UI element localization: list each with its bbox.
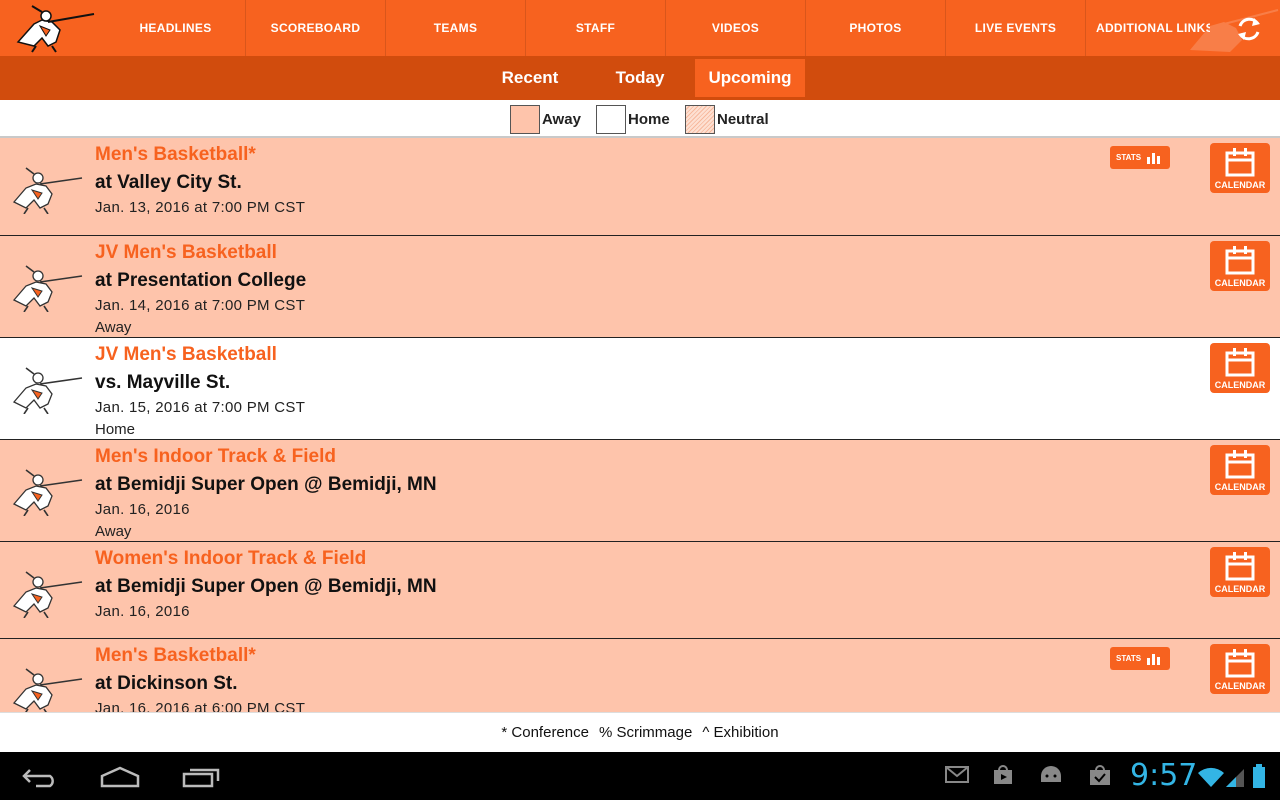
tab-recent[interactable]: Recent <box>486 59 574 97</box>
nav-videos[interactable]: VIDEOS <box>666 0 806 56</box>
calendar-icon <box>1225 649 1255 678</box>
tab-today[interactable]: Today <box>596 59 684 97</box>
calendar-button[interactable]: CALENDAR <box>1210 547 1270 597</box>
event-location-type: Away <box>95 319 132 336</box>
event-date: Jan. 16, 2016 <box>95 501 190 518</box>
legend-away-label: Away <box>542 111 581 128</box>
calendar-icon <box>1225 246 1255 275</box>
schedule-tabs: Recent Today Upcoming <box>0 56 1280 100</box>
main-nav: HEADLINES SCOREBOARD TEAMS STAFF VIDEOS … <box>106 0 1210 56</box>
knight-logo-icon <box>13 265 83 312</box>
event-opponent: at Dickinson St. <box>95 673 238 694</box>
knight-logo-icon <box>13 668 83 712</box>
event-row[interactable]: JV Men's Basketball at Presentation Coll… <box>0 236 1280 338</box>
event-row[interactable]: Men's Indoor Track & Field at Bemidji Su… <box>0 440 1280 542</box>
event-location-type: Away <box>95 523 132 540</box>
event-list: Men's Basketball* at Valley City St. Jan… <box>0 138 1280 712</box>
nav-teams[interactable]: TEAMS <box>386 0 526 56</box>
calendar-icon <box>1225 348 1255 377</box>
calendar-label: CALENDAR <box>1214 180 1266 190</box>
shopping-bag-check-icon <box>1090 765 1110 785</box>
event-sport: Men's Basketball* <box>95 645 256 666</box>
nav-live-events[interactable]: LIVE EVENTS <box>946 0 1086 56</box>
game-type-legend: * Conference % Scrimmage ^ Exhibition <box>0 712 1280 752</box>
android-icon <box>1041 766 1061 782</box>
legend-conference: * Conference <box>501 724 589 741</box>
event-sport: JV Men's Basketball <box>95 344 277 365</box>
event-row[interactable]: Women's Indoor Track & Field at Bemidji … <box>0 542 1280 639</box>
event-sport: Men's Basketball* <box>95 144 256 165</box>
calendar-button[interactable]: CALENDAR <box>1210 143 1270 193</box>
play-store-icon <box>994 765 1012 784</box>
calendar-icon <box>1225 148 1255 177</box>
tab-upcoming[interactable]: Upcoming <box>695 59 805 97</box>
nav-photos[interactable]: PHOTOS <box>806 0 946 56</box>
calendar-button[interactable]: CALENDAR <box>1210 343 1270 393</box>
event-sport: JV Men's Basketball <box>95 242 277 263</box>
neutral-swatch <box>685 105 715 134</box>
calendar-button[interactable]: CALENDAR <box>1210 445 1270 495</box>
gmail-icon <box>945 766 969 783</box>
event-row[interactable]: JV Men's Basketball vs. Mayville St. Jan… <box>0 338 1280 440</box>
legend-neutral-label: Neutral <box>717 111 769 128</box>
top-navigation-bar: HEADLINES SCOREBOARD TEAMS STAFF VIDEOS … <box>0 0 1280 56</box>
event-location-type: Home <box>95 421 136 438</box>
jousting-knight-logo[interactable] <box>12 2 96 54</box>
nav-staff[interactable]: STAFF <box>526 0 666 56</box>
legend-scrimmage: % Scrimmage <box>598 724 693 741</box>
clock: 9:57 <box>1130 758 1198 793</box>
event-opponent: vs. Mayville St. <box>95 372 231 393</box>
calendar-label: CALENDAR <box>1214 681 1266 691</box>
bar-chart-icon <box>1147 152 1161 164</box>
wifi-icon <box>1198 767 1224 787</box>
home-swatch <box>596 105 626 134</box>
calendar-label: CALENDAR <box>1214 482 1266 492</box>
event-row[interactable]: Men's Basketball* at Valley City St. Jan… <box>0 138 1280 236</box>
knight-logo-icon <box>13 469 83 516</box>
knight-logo-icon <box>13 167 83 214</box>
event-date: Jan. 14, 2016 at 7:00 PM CST <box>95 297 306 314</box>
knight-logo-icon <box>13 367 83 414</box>
event-date: Jan. 15, 2016 at 7:00 PM CST <box>95 399 306 416</box>
calendar-icon <box>1225 552 1255 581</box>
nav-scoreboard[interactable]: SCOREBOARD <box>246 0 386 56</box>
event-opponent: at Bemidji Super Open @ Bemidji, MN <box>95 474 437 495</box>
nav-headlines[interactable]: HEADLINES <box>106 0 246 56</box>
event-opponent: at Bemidji Super Open @ Bemidji, MN <box>95 576 437 597</box>
bar-chart-icon <box>1147 653 1161 665</box>
stats-button[interactable]: STATS <box>1110 146 1170 169</box>
calendar-label: CALENDAR <box>1214 278 1266 288</box>
knight-logo-icon <box>13 571 83 618</box>
away-swatch <box>510 105 540 134</box>
home-icon[interactable] <box>100 766 140 788</box>
stats-label: STATS <box>1116 654 1142 663</box>
event-opponent: at Valley City St. <box>95 172 242 193</box>
event-sport: Men's Indoor Track & Field <box>95 446 337 467</box>
cell-signal-icon <box>1226 769 1244 787</box>
calendar-label: CALENDAR <box>1214 584 1266 594</box>
calendar-button[interactable]: CALENDAR <box>1210 241 1270 291</box>
stats-label: STATS <box>1116 153 1142 162</box>
event-date: Jan. 16, 2016 <box>95 603 190 620</box>
calendar-label: CALENDAR <box>1214 380 1266 390</box>
event-date: Jan. 13, 2016 at 7:00 PM CST <box>95 199 306 216</box>
battery-icon <box>1253 764 1265 788</box>
legend-exhibition: ^ Exhibition <box>702 724 779 741</box>
event-date: Jan. 16, 2016 at 6:00 PM CST <box>95 700 306 712</box>
stats-button[interactable]: STATS <box>1110 647 1170 670</box>
calendar-button[interactable]: CALENDAR <box>1210 644 1270 694</box>
recent-apps-icon[interactable] <box>182 766 220 788</box>
system-navigation-bar: 9:57 <box>0 752 1280 800</box>
calendar-icon <box>1225 450 1255 479</box>
legend-home-label: Home <box>628 111 670 128</box>
event-row[interactable]: Men's Basketball* at Dickinson St. Jan. … <box>0 639 1280 712</box>
event-opponent: at Presentation College <box>95 270 307 291</box>
back-icon[interactable] <box>22 766 58 788</box>
event-sport: Women's Indoor Track & Field <box>95 548 367 569</box>
refresh-icon[interactable] <box>1232 12 1266 46</box>
venue-legend: Away Home Neutral <box>0 100 1280 138</box>
